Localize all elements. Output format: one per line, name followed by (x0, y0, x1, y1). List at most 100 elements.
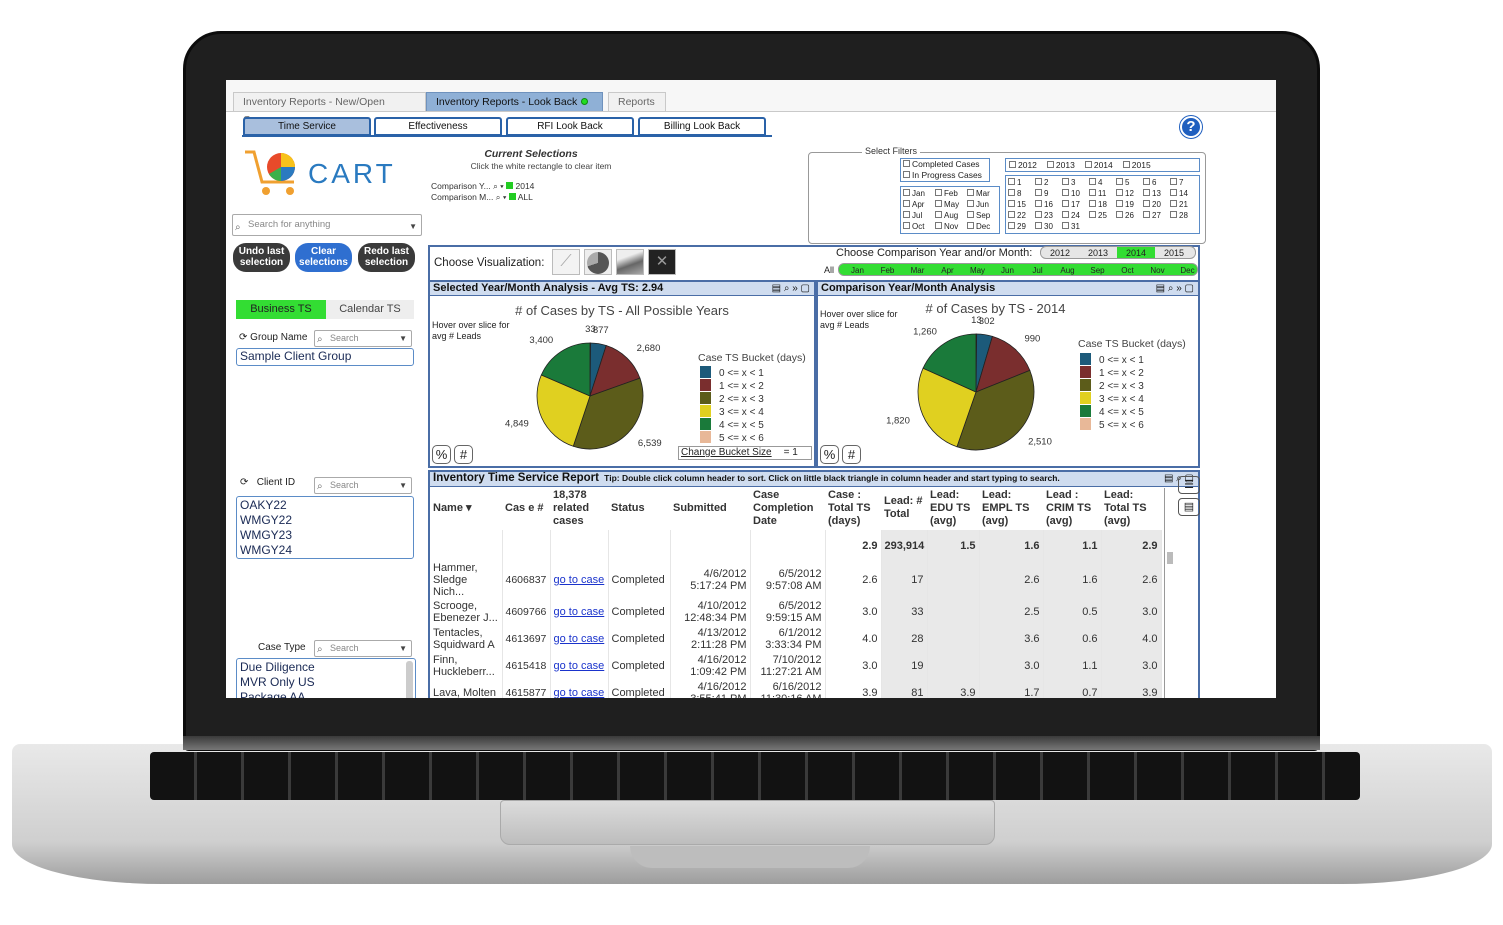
checkbox[interactable] (1170, 178, 1177, 185)
checkbox[interactable] (1062, 178, 1069, 185)
checkbox[interactable] (1170, 200, 1177, 207)
day-option[interactable]: 21 (1170, 199, 1197, 210)
checkbox[interactable] (935, 200, 942, 207)
checkbox[interactable] (935, 211, 942, 218)
table-row[interactable]: Scrooge, Ebenezer J... 4609766 go to case C… (430, 598, 1162, 625)
day-option[interactable]: 19 (1116, 199, 1143, 210)
number-button[interactable]: # (454, 445, 473, 464)
group-name-list[interactable]: Sample Client Group (236, 348, 414, 366)
comparison-month[interactable]: Mar (903, 265, 932, 275)
checkbox[interactable] (1035, 200, 1042, 207)
year-option[interactable]: 2015 (1122, 160, 1151, 170)
day-option[interactable]: 24 (1062, 210, 1089, 221)
line-chart-icon[interactable]: ⟋ (552, 249, 580, 275)
day-option[interactable]: 28 (1170, 210, 1197, 221)
panel-tools-icon[interactable]: ▤ ⌕ » ▢ (772, 282, 810, 295)
comparison-month-selector[interactable]: Jan Feb Mar Apr May Jun Jul Aug Sep Oct Nov Dec (838, 263, 1198, 276)
case-type-search[interactable]: ⌕ Search ▼ (314, 640, 412, 657)
subtab-effectiveness[interactable]: Effectiveness (374, 117, 502, 136)
checkbox[interactable] (1089, 178, 1096, 185)
list-item[interactable]: MVR Only US (240, 675, 415, 690)
day-filter[interactable]: 1 2 3 4 5 6 78 9 10 11 12 13 1415 16 17 18 19 20 2122 23 24 2… (1005, 175, 1200, 234)
checkbox[interactable] (1089, 200, 1096, 207)
list-item[interactable]: WMGY24 (240, 543, 413, 558)
checkbox[interactable] (1046, 161, 1054, 168)
checkbox[interactable] (967, 189, 974, 196)
list-item[interactable]: WMGY22 (240, 513, 413, 528)
checkbox[interactable] (903, 222, 910, 229)
day-option[interactable]: 1 (1008, 177, 1035, 188)
column-header[interactable]: Status (608, 486, 670, 530)
group-name-search[interactable]: ⌕ Search ▼ (314, 330, 412, 347)
left-pie-chart[interactable]: 338772,6806,5394,8493,400 (490, 322, 690, 462)
checkbox[interactable] (1008, 189, 1015, 196)
column-header[interactable]: Case : Total TS (days) (825, 486, 881, 530)
search-input[interactable]: ⌕ Search for anything ▼ (232, 214, 422, 236)
month-option[interactable]: Apr (903, 199, 935, 210)
day-option[interactable]: 15 (1008, 199, 1035, 210)
pie-chart-icon[interactable] (584, 249, 612, 275)
percent-button[interactable]: % (432, 445, 451, 464)
list-item[interactable]: OAKY22 (240, 498, 413, 513)
checkbox[interactable] (1062, 200, 1069, 207)
checkbox[interactable] (967, 222, 974, 229)
comparison-year[interactable]: 2015 (1155, 247, 1193, 258)
day-option[interactable]: 9 (1035, 188, 1062, 199)
day-option[interactable]: 12 (1116, 188, 1143, 199)
day-option[interactable]: 25 (1089, 210, 1116, 221)
column-header[interactable]: 18,378 related cases (550, 486, 608, 530)
column-header[interactable]: Case Completion Date (750, 486, 825, 530)
client-id-search[interactable]: ⌕ Search ▼ (314, 477, 412, 494)
comparison-month[interactable]: Jun (993, 265, 1022, 275)
month-option[interactable]: Jul (903, 210, 935, 221)
year-filter[interactable]: 2012 2013 2014 2015 (1005, 158, 1200, 172)
month-option[interactable]: Mar (967, 188, 999, 199)
day-option[interactable]: 3 (1062, 177, 1089, 188)
checkbox[interactable] (1143, 178, 1150, 185)
checkbox[interactable] (1143, 211, 1150, 218)
client-id-list[interactable]: OAKY22 WMGY22 WMGY23 WMGY24 (236, 496, 414, 559)
month-option[interactable]: Aug (935, 210, 967, 221)
change-bucket-size[interactable]: Change Bucket Size = 1 (678, 446, 812, 460)
business-ts-toggle[interactable]: Business TS (236, 300, 326, 319)
checkbox[interactable] (935, 189, 942, 196)
comparison-month[interactable]: Jan (843, 265, 872, 275)
column-header[interactable]: Lead: EMPL TS (avg) (979, 486, 1043, 530)
comparison-month[interactable]: Jul (1023, 265, 1052, 275)
panel-tools-icon[interactable]: ▤ ⌕ » ▢ (1156, 282, 1194, 295)
day-option[interactable]: 29 (1008, 221, 1035, 232)
day-option[interactable]: 22 (1008, 210, 1035, 221)
checkbox[interactable] (1116, 189, 1123, 196)
status-option[interactable]: In Progress Cases (903, 170, 989, 181)
scatter-chart-icon[interactable]: ✕ (648, 249, 676, 275)
subtab-billing-look-back[interactable]: Billing Look Back (638, 117, 766, 136)
checkbox[interactable] (1035, 189, 1042, 196)
day-option[interactable]: 31 (1062, 221, 1089, 232)
year-option[interactable]: 2012 (1009, 160, 1037, 170)
checkbox[interactable] (1062, 222, 1069, 229)
day-option[interactable]: 17 (1062, 199, 1089, 210)
month-option[interactable]: Sep (967, 210, 999, 221)
checkbox[interactable] (1008, 211, 1015, 218)
undo-button[interactable]: Undo last selection (233, 243, 290, 272)
day-option[interactable]: 14 (1170, 188, 1197, 199)
column-header[interactable]: Lead: # Total (881, 486, 927, 530)
subtab-rfi-look-back[interactable]: RFI Look Back (506, 117, 634, 136)
comparison-year[interactable]: 2014 (1117, 247, 1155, 258)
comparison-year-selector[interactable]: 2012 2013 2014 2015 (1040, 246, 1196, 259)
month-option[interactable]: Jun (967, 199, 999, 210)
checkbox[interactable] (1084, 161, 1092, 168)
day-option[interactable]: 20 (1143, 199, 1170, 210)
column-header[interactable]: Lead: Total TS (avg) (1101, 486, 1161, 530)
selection-row[interactable]: Comparison M... ⌕ ▾ ALL (431, 192, 534, 203)
checkbox[interactable] (1062, 189, 1069, 196)
column-header[interactable]: Lead: EDU TS (avg) (927, 486, 979, 530)
day-option[interactable]: 13 (1143, 188, 1170, 199)
day-option[interactable]: 2 (1035, 177, 1062, 188)
comparison-year[interactable]: 2012 (1041, 247, 1079, 258)
checkbox[interactable] (1122, 161, 1130, 168)
report-scrollbar[interactable] (1167, 552, 1173, 564)
go-to-case-link[interactable]: go to case (554, 633, 605, 645)
day-option[interactable]: 4 (1089, 177, 1116, 188)
status-option[interactable]: Completed Cases (903, 159, 989, 170)
